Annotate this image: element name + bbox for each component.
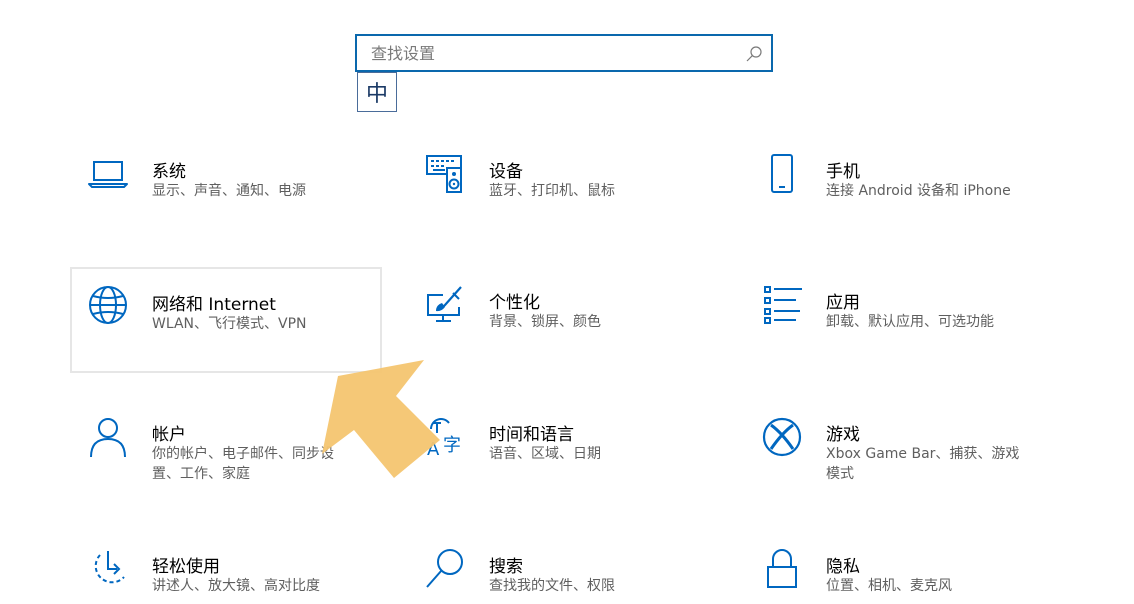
ime-mode-indicator[interactable]: 中 [357, 72, 397, 112]
category-title: 设备 [489, 162, 523, 182]
category-system[interactable]: 系统 显示、声音、通知、电源 [72, 140, 382, 244]
xbox-icon [760, 415, 804, 459]
svg-text:A: A [427, 439, 440, 459]
search-icon[interactable] [745, 45, 763, 63]
category-description: 蓝牙、打印机、鼠标 [489, 183, 615, 199]
category-description: 讲述人、放大镜、高对比度 [152, 578, 320, 594]
svg-text:字: 字 [443, 435, 461, 456]
category-description-line: 你的帐户、电子邮件、同步设 [152, 446, 334, 462]
category-title: 帐户 [152, 425, 186, 445]
category-accounts[interactable]: 帐户 你的帐户、电子邮件、同步设 置、工作、家庭 [72, 403, 382, 507]
category-ease-of-access[interactable]: 轻松使用 讲述人、放大镜、高对比度 [72, 535, 382, 604]
search-input[interactable] [371, 36, 731, 70]
search-icon [423, 547, 467, 591]
person-icon [86, 415, 130, 459]
category-description-line: 模式 [826, 466, 854, 482]
category-personalization[interactable]: 个性化 背景、锁屏、颜色 [409, 271, 719, 375]
category-time-language[interactable]: A 字 时间和语言 语音、区域、日期 [409, 403, 719, 507]
category-search[interactable]: 搜索 查找我的文件、权限 [409, 535, 719, 604]
category-description: 连接 Android 设备和 iPhone [826, 183, 1011, 199]
globe-icon [86, 283, 130, 327]
apps-list-icon [760, 283, 804, 327]
category-description: 语音、区域、日期 [489, 446, 601, 462]
category-description: 卸载、默认应用、可选功能 [826, 314, 994, 330]
category-description: 背景、锁屏、颜色 [489, 314, 601, 330]
lock-icon [760, 547, 804, 591]
category-title: 手机 [826, 162, 860, 182]
category-phone[interactable]: 手机 连接 Android 设备和 iPhone [746, 140, 1056, 244]
category-title: 应用 [826, 293, 860, 313]
keyboard-speaker-icon [423, 152, 467, 196]
category-description: 查找我的文件、权限 [489, 578, 615, 594]
category-apps[interactable]: 应用 卸载、默认应用、可选功能 [746, 271, 1056, 375]
category-description: 位置、相机、麦克风 [826, 578, 952, 594]
category-title: 时间和语言 [489, 425, 574, 445]
category-title: 游戏 [826, 425, 860, 445]
category-title: 个性化 [489, 293, 540, 313]
paint-monitor-icon [423, 283, 467, 327]
category-description: WLAN、飞行模式、VPN [152, 316, 307, 332]
settings-home: 中 系统 显示、声音、通知、电源 [0, 0, 1134, 604]
category-title: 系统 [152, 162, 186, 182]
category-privacy[interactable]: 隐私 位置、相机、麦克风 [746, 535, 1056, 604]
search-box[interactable] [355, 34, 773, 72]
category-gaming[interactable]: 游戏 Xbox Game Bar、捕获、游戏 模式 [746, 403, 1056, 507]
category-title: 轻松使用 [152, 557, 220, 577]
category-title: 搜索 [489, 557, 523, 577]
category-description: 显示、声音、通知、电源 [152, 183, 306, 199]
category-devices[interactable]: 设备 蓝牙、打印机、鼠标 [409, 140, 719, 244]
category-description-line: Xbox Game Bar、捕获、游戏 [826, 446, 1020, 462]
category-description: 你的帐户、电子邮件、同步设 置、工作、家庭 [152, 444, 372, 484]
category-network[interactable]: 网络和 Internet WLAN、飞行模式、VPN [70, 267, 382, 373]
category-description: Xbox Game Bar、捕获、游戏 模式 [826, 444, 1046, 484]
language-icon: A 字 [423, 415, 467, 459]
ease-of-access-icon [86, 547, 130, 591]
category-title: 网络和 Internet [152, 295, 276, 315]
category-title: 隐私 [826, 557, 860, 577]
laptop-icon [86, 152, 130, 196]
phone-icon [760, 152, 804, 196]
category-description-line: 置、工作、家庭 [152, 466, 250, 482]
